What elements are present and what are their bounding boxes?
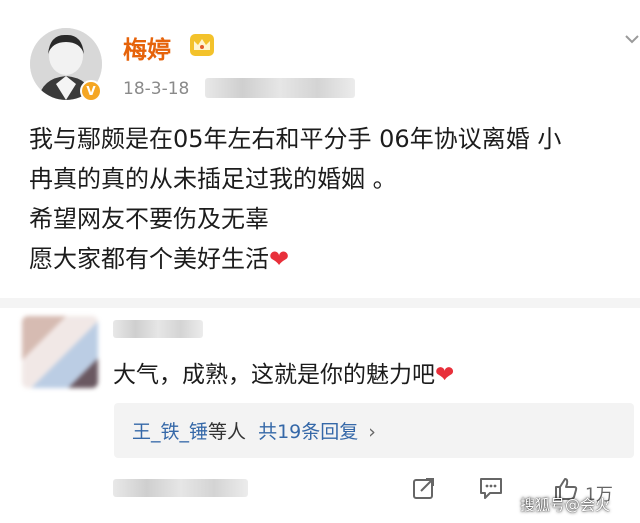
crown-icon[interactable] [189,33,215,61]
chevron-right-icon[interactable]: › [368,421,376,443]
heart-icon: ❤ [269,245,290,273]
replies-summary[interactable]: 王_铁_锤等人 共19条回复 › [114,403,634,458]
post-line-text: 愿大家都有个美好生活 [29,245,269,273]
post-line: 冉真的真的从未插足过我的婚姻 。 [29,165,397,193]
share-icon[interactable] [412,476,436,504]
watermark: 搜狐号@会火 [520,496,611,514]
blurred-comment-meta [113,479,248,497]
author-name[interactable]: 梅婷 [123,30,171,65]
blurred-source [205,78,355,98]
comment-icon[interactable] [478,476,504,504]
post-line: 希望网友不要伤及无辜 [29,205,269,233]
comment-text: 大气，成熟，这就是你的魅力吧❤ [113,355,454,389]
replies-text[interactable]: 王_铁_锤等人 共19条回复 › [132,417,376,444]
verified-icon: V [80,80,102,102]
post-date: 18-3-18 [123,79,190,99]
reply-names[interactable]: 王_铁_锤 [132,421,208,443]
blurred-commenter-name [113,320,203,338]
reply-count[interactable]: 共19条回复 [258,421,358,443]
section-divider [0,298,640,308]
reply-suffix: 等人 [208,421,247,443]
comment-body: 大气，成熟，这就是你的魅力吧 [113,362,435,388]
heart-icon: ❤ [435,362,455,388]
post-line: 愿大家都有个美好生活❤ [29,239,639,279]
post-text: 我与鄢颇是在05年左右和平分手 06年协议离婚 小 冉真的真的从未插足过我的婚姻… [29,119,639,279]
chevron-down-icon[interactable] [625,28,639,49]
post-line: 我与鄢颇是在05年左右和平分手 06年协议离婚 小 [29,125,562,153]
commenter-avatar[interactable] [22,316,98,388]
